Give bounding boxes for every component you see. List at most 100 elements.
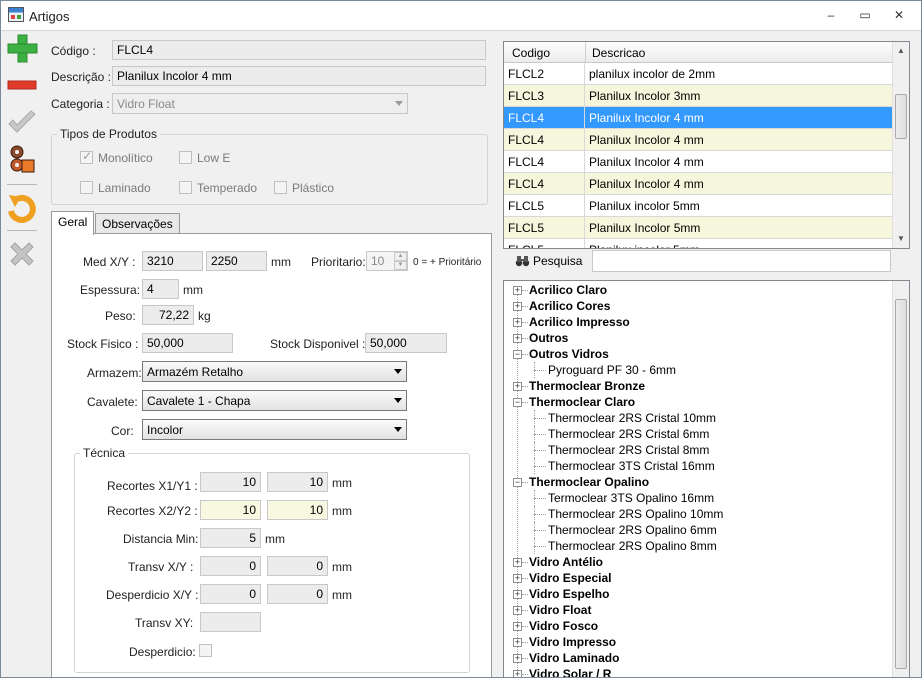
laminado-checkbox[interactable] — [80, 181, 93, 194]
desperdicio-x-field[interactable]: 0 — [200, 584, 261, 604]
refresh-button[interactable] — [5, 191, 39, 225]
tree-category-node[interactable]: Outros — [529, 331, 568, 345]
tree-category-node[interactable]: Thermoclear Opalino — [529, 475, 649, 489]
tree-category-node[interactable]: Vidro Antélio — [529, 555, 603, 569]
tree-category-node[interactable]: Vidro Solar / R — [529, 667, 611, 677]
recortes2-y-field[interactable]: 10 — [267, 500, 328, 520]
table-row[interactable]: FLCL4 Planilux Incolor 4 mm — [504, 107, 894, 129]
tree-scrollbar[interactable] — [892, 281, 909, 677]
confirm-button[interactable] — [5, 107, 39, 141]
table-row[interactable]: FLCL5 Planilux Incolor 5mm — [504, 217, 894, 239]
expand-icon[interactable]: + — [513, 574, 522, 583]
collapse-icon[interactable]: − — [513, 478, 522, 487]
distancia-field[interactable]: 5 — [200, 528, 261, 548]
tree-category-node[interactable]: Vidro Especial — [529, 571, 611, 585]
expand-icon[interactable]: + — [513, 286, 522, 295]
scroll-thumb[interactable] — [895, 94, 907, 139]
expand-icon[interactable]: + — [513, 302, 522, 311]
tab-geral[interactable]: Geral — [51, 211, 95, 235]
transv-y-field[interactable]: 0 — [267, 556, 328, 576]
production-button[interactable] — [5, 143, 39, 177]
table-row[interactable]: FLCL4 Planilux Incolor 4 mm — [504, 173, 894, 195]
expand-icon[interactable]: + — [513, 670, 522, 677]
tree-item-node[interactable]: Thermoclear 2RS Opalino 8mm — [548, 539, 717, 553]
table-row[interactable]: FLCL4 Planilux Incolor 4 mm — [504, 129, 894, 151]
tree-category-node[interactable]: Vidro Laminado — [529, 651, 619, 665]
cor-select[interactable]: Incolor — [142, 419, 407, 440]
expand-icon[interactable]: + — [513, 622, 522, 631]
recortes1-y-field[interactable]: 10 — [267, 472, 328, 492]
add-button[interactable] — [5, 33, 39, 67]
maximize-button[interactable]: ▭ — [851, 5, 879, 25]
table-row[interactable]: FLCL5Planilux incolor 5mm — [504, 195, 894, 217]
tree-item-node[interactable]: Thermoclear 2RS Cristal 8mm — [548, 443, 709, 457]
remove-button[interactable] — [5, 71, 39, 105]
low-e-checkbox[interactable] — [179, 151, 192, 164]
tree-category-node[interactable]: Vidro Float — [529, 603, 591, 617]
cancel-button[interactable] — [5, 237, 39, 271]
tree-category-node[interactable]: Outros Vidros — [529, 347, 609, 361]
tree-category-node[interactable]: Vidro Espelho — [529, 587, 609, 601]
recortes1-x-field[interactable]: 10 — [200, 472, 261, 492]
descricao-field[interactable]: Planilux Incolor 4 mm — [112, 66, 486, 86]
tree-category-node[interactable]: Acrilico Impresso — [529, 315, 630, 329]
desperdicio-checkbox[interactable] — [199, 644, 212, 657]
collapse-icon[interactable]: − — [513, 398, 522, 407]
column-header-descricao[interactable]: Descricao — [592, 46, 645, 60]
minimize-button[interactable]: – — [817, 5, 845, 25]
tree-category-node[interactable]: Vidro Impresso — [529, 635, 616, 649]
recortes2-x-field[interactable]: 10 — [200, 500, 261, 520]
med-x-field[interactable]: 3210 — [142, 251, 203, 271]
expand-icon[interactable]: + — [513, 638, 522, 647]
search-input[interactable] — [592, 250, 891, 272]
tree-item-node[interactable]: Thermoclear 3TS Cristal 16mm — [548, 459, 715, 473]
tree-category-node[interactable]: Acrilico Cores — [529, 299, 610, 313]
collapse-icon[interactable]: − — [513, 350, 522, 359]
close-button[interactable]: ✕ — [885, 5, 913, 25]
tree-item-node[interactable]: Thermoclear 2RS Opalino 10mm — [548, 507, 723, 521]
categoria-select[interactable]: Vidro Float — [112, 93, 408, 114]
grid-scrollbar[interactable]: ▲ ▼ — [892, 42, 909, 248]
plastico-checkbox[interactable] — [274, 181, 287, 194]
table-row[interactable]: FLCL4 Planilux Incolor 4 mm — [504, 151, 894, 173]
stepper-up-icon[interactable]: ▲ — [394, 252, 407, 261]
transv-x-field[interactable]: 0 — [200, 556, 261, 576]
column-header-codigo[interactable]: Codigo — [512, 46, 550, 60]
tree-category-node[interactable]: Acrilico Claro — [529, 283, 607, 297]
expand-icon[interactable]: + — [513, 654, 522, 663]
tree-item-node[interactable]: Thermoclear 2RS Cristal 6mm — [548, 427, 709, 441]
stock-fisico-field[interactable]: 50,000 — [142, 333, 233, 353]
tab-observacoes[interactable]: Observações — [95, 213, 180, 235]
expand-icon[interactable]: + — [513, 334, 522, 343]
cavalete-select[interactable]: Cavalete 1 - Chapa — [142, 390, 407, 411]
tree-category-node[interactable]: Thermoclear Claro — [529, 395, 635, 409]
tree-item-node[interactable]: Thermoclear 2RS Opalino 6mm — [548, 523, 717, 537]
scroll-up-icon[interactable]: ▲ — [893, 43, 909, 59]
expand-icon[interactable]: + — [513, 558, 522, 567]
transv-xy-field[interactable] — [200, 612, 261, 632]
tree-category-node[interactable]: Vidro Fosco — [529, 619, 598, 633]
tree-item-node[interactable]: Thermoclear 2RS Cristal 10mm — [548, 411, 716, 425]
armazem-select[interactable]: Armazém Retalho — [142, 361, 407, 382]
peso-field[interactable]: 72,22 — [142, 305, 194, 325]
expand-icon[interactable]: + — [513, 318, 522, 327]
med-y-field[interactable]: 2250 — [206, 251, 267, 271]
stock-disponivel-field[interactable]: 50,000 — [365, 333, 447, 353]
scroll-thumb[interactable] — [895, 299, 907, 669]
codigo-field[interactable]: FLCL4 — [112, 40, 486, 60]
stepper-down-icon[interactable]: ▼ — [394, 261, 407, 270]
table-row[interactable]: FLCL3 Planilux Incolor 3mm — [504, 85, 894, 107]
desperdicio-y-field[interactable]: 0 — [267, 584, 328, 604]
monolitico-checkbox[interactable] — [80, 149, 93, 164]
temperado-checkbox[interactable] — [179, 181, 192, 194]
expand-icon[interactable]: + — [513, 590, 522, 599]
table-row[interactable]: FLCL5Planilux incolor 5mm — [504, 239, 894, 248]
expand-icon[interactable]: + — [513, 382, 522, 391]
scroll-down-icon[interactable]: ▼ — [893, 231, 909, 247]
table-row[interactable]: FLCL2 planilux incolor de 2mm — [504, 63, 894, 85]
tree-item-node[interactable]: Pyroguard PF 30 - 6mm — [548, 363, 676, 377]
tree-item-node[interactable]: Termoclear 3TS Opalino 16mm — [548, 491, 714, 505]
tree-category-node[interactable]: Thermoclear Bronze — [529, 379, 645, 393]
expand-icon[interactable]: + — [513, 606, 522, 615]
espessura-field[interactable]: 4 — [142, 279, 179, 299]
